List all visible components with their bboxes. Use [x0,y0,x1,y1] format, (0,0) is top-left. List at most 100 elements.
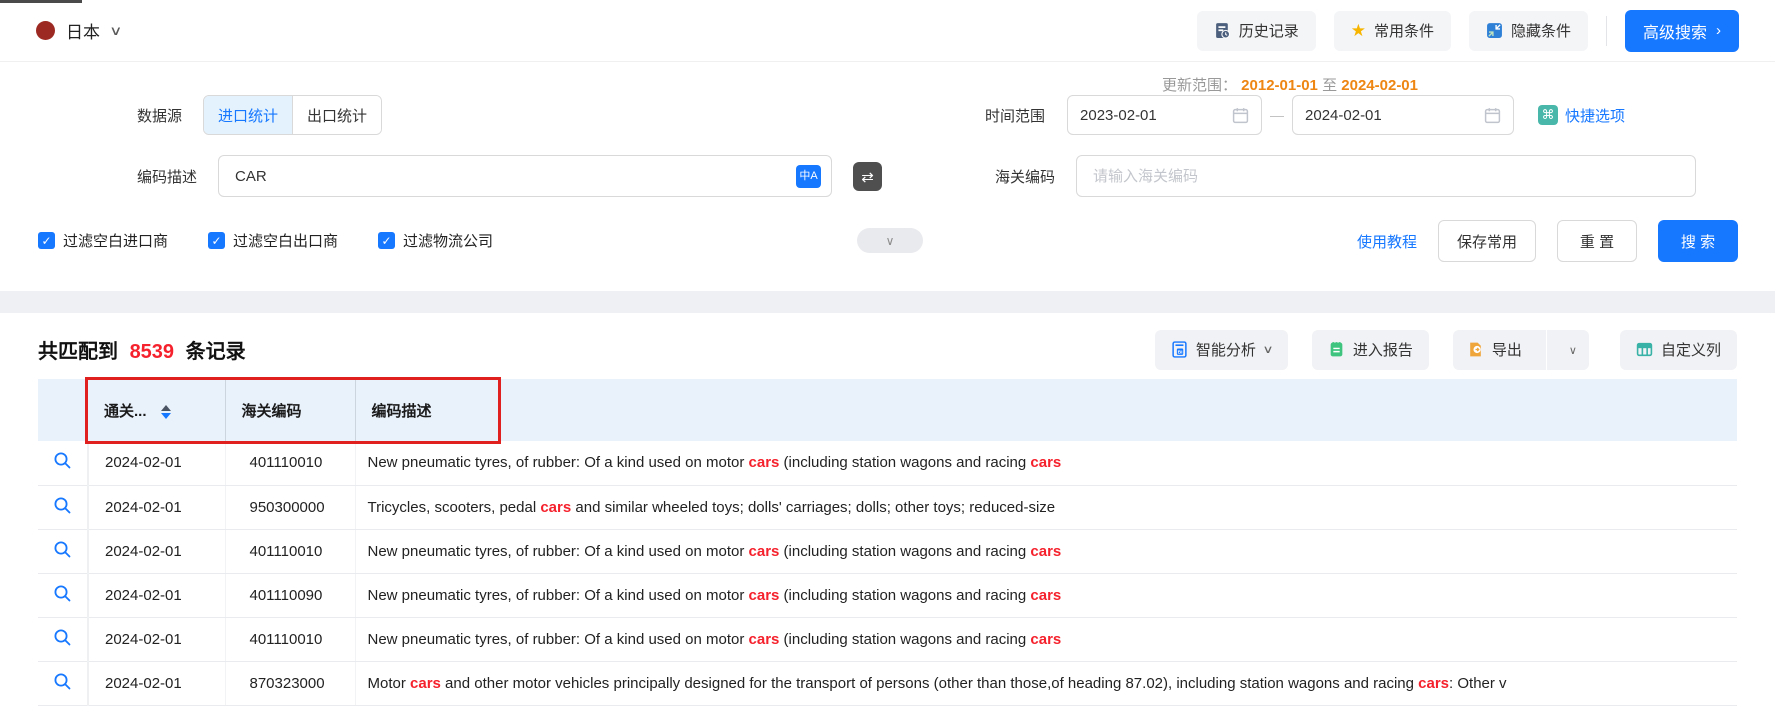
favorites-button[interactable]: ★ 常用条件 [1334,11,1451,51]
enter-report-label: 进入报告 [1353,339,1413,360]
checkbox-checked-icon[interactable]: ✓ [378,232,395,249]
clearance-date-cell: 2024-02-01 [88,485,225,529]
hs-code-input[interactable] [1091,167,1685,186]
export-label: 导出 [1492,339,1522,360]
code-description-input[interactable] [233,167,796,186]
highlighted-keyword: cars [749,454,780,471]
checkbox-checked-icon[interactable]: ✓ [38,232,55,249]
highlighted-keyword: cars [1418,675,1449,692]
table-row[interactable]: 2024-02-01 870323000 Motor cars and othe… [38,661,1737,705]
magnifier-icon[interactable] [53,672,72,691]
filter-checkbox-item[interactable]: ✓ 过滤物流公司 [378,230,493,251]
smart-analysis-label: 智能分析 [1196,339,1256,360]
start-date-input[interactable]: 2023-02-01 [1067,95,1262,135]
data-source-tabs: 进口统计出口统计 [203,95,382,135]
code-description-field: 中A [218,155,832,197]
calendar-icon[interactable] [1232,107,1249,124]
highlighted-keyword: cars [749,543,780,560]
bi-analysis-icon: BI [1171,341,1188,358]
filter-checkbox-label: 过滤物流公司 [403,230,493,251]
data-source-tab-0[interactable]: 进口统计 [204,96,292,134]
hs-code-cell: 401110010 [225,441,355,485]
japan-flag-icon [36,21,55,40]
calendar-icon[interactable] [1484,107,1501,124]
highlighted-keyword: cars [749,631,780,648]
export-options-button[interactable]: ∨ [1557,341,1589,358]
code-description-cell: New pneumatic tyres, of rubber: Of a kin… [355,573,1737,617]
report-icon [1328,341,1345,358]
enter-report-button[interactable]: 进入报告 [1312,330,1429,370]
count-value: 8539 [130,341,175,363]
window-edge-artifact [0,0,82,3]
sort-control[interactable] [161,405,171,419]
hide-conditions-button[interactable]: 隐藏条件 [1469,11,1588,51]
advanced-search-label: 高级搜索 [1643,19,1707,43]
table-row[interactable]: 2024-02-01 950300000 Tricycles, scooters… [38,485,1737,529]
hs-code-cell: 401110010 [225,617,355,661]
hs-code-field [1076,155,1696,197]
code-description-cell: Tricycles, scooters, pedal cars and simi… [355,485,1737,529]
highlighted-keyword: cars [1030,587,1061,604]
topbar: 日本 ∨ 历史记录 ★ 常用条件 隐藏条件 高级搜索 [0,0,1775,62]
chevron-down-icon: ∨ [1262,343,1273,356]
clearance-date-label: 通关... [104,403,147,420]
table-row[interactable]: 2024-02-01 401110010 New pneumatic tyres… [38,529,1737,573]
update-range-to: 2024-02-01 [1341,77,1418,94]
code-description-cell: New pneumatic tyres, of rubber: Of a kin… [355,441,1737,485]
data-source-tab-1[interactable]: 出口统计 [292,96,381,134]
magnifier-icon[interactable] [53,540,72,559]
hide-conditions-label: 隐藏条件 [1511,20,1571,41]
search-button[interactable]: 搜 索 [1658,220,1738,262]
filter-checkbox-item[interactable]: ✓ 过滤空白进口商 [38,230,168,251]
tutorial-link[interactable]: 使用教程 [1357,231,1417,252]
filter-checkboxes: ✓ 过滤空白进口商 ✓ 过滤空白出口商 ✓ 过滤物流公司 [38,230,493,251]
clearance-date-cell: 2024-02-01 [88,573,225,617]
highlighted-keyword: cars [1030,543,1061,560]
data-source-label: 数据源 [137,105,182,126]
filter-checkbox-item[interactable]: ✓ 过滤空白出口商 [208,230,338,251]
magnifier-icon[interactable] [53,451,72,470]
results-table: 通关... 海关编码 编码描述 2024-02-01 401110010 New… [38,379,1737,706]
country-selector[interactable]: 日本 ∨ [36,18,121,43]
collapse-form-button[interactable]: ∨ [857,228,923,253]
table-row[interactable]: 2024-02-01 401110090 New pneumatic tyres… [38,573,1737,617]
clearance-date-column-header[interactable]: 通关... [88,379,225,441]
hs-code-cell: 950300000 [225,485,355,529]
sort-ascending-icon[interactable] [161,405,171,411]
custom-columns-button[interactable]: 自定义列 [1620,330,1737,370]
export-button[interactable]: 导出 ∨ [1453,330,1589,370]
magnifier-icon[interactable] [53,628,72,647]
highlighted-keyword: cars [749,587,780,604]
update-range-from: 2012-01-01 [1241,77,1318,94]
collapse-icon [1486,22,1503,39]
search-form: 更新范围： 2012-01-01 至 2024-02-01 数据源 进口统计出口… [0,62,1775,291]
chevron-down-icon: ∨ [109,23,122,39]
reset-button[interactable]: 重 置 [1557,220,1637,262]
history-button[interactable]: 历史记录 [1197,11,1316,51]
magnifier-icon[interactable] [53,496,72,515]
table-row[interactable]: 2024-02-01 401110010 New pneumatic tyres… [38,617,1737,661]
quick-options-button[interactable]: ⌘ 快捷选项 [1538,105,1625,126]
row-detail-cell [38,485,88,529]
code-description-column-header: 编码描述 [355,379,1737,441]
checkbox-checked-icon[interactable]: ✓ [208,232,225,249]
time-range-label: 时间范围 [985,105,1045,126]
filter-checkbox-label: 过滤空白出口商 [233,230,338,251]
filter-checkbox-label: 过滤空白进口商 [63,230,168,251]
translate-icon[interactable]: 中A [796,165,821,188]
start-date-value: 2023-02-01 [1080,107,1157,124]
smart-analysis-button[interactable]: BI 智能分析 ∨ [1155,330,1288,370]
swap-icon[interactable]: ⇄ [853,162,882,191]
clearance-date-cell: 2024-02-01 [88,441,225,485]
end-date-input[interactable]: 2024-02-01 [1292,95,1514,135]
table-row[interactable]: 2024-02-01 401110010 New pneumatic tyres… [38,441,1737,485]
row-detail-cell [38,661,88,705]
quick-options-label: 快捷选项 [1565,105,1625,126]
custom-columns-label: 自定义列 [1661,339,1721,360]
advanced-search-button[interactable]: 高级搜索 › [1625,10,1739,52]
save-common-button[interactable]: 保存常用 [1438,220,1536,262]
sort-descending-icon[interactable] [161,413,171,419]
magnifier-icon[interactable] [53,584,72,603]
topbar-divider [1606,16,1607,46]
date-range-dash: — [1270,107,1284,123]
